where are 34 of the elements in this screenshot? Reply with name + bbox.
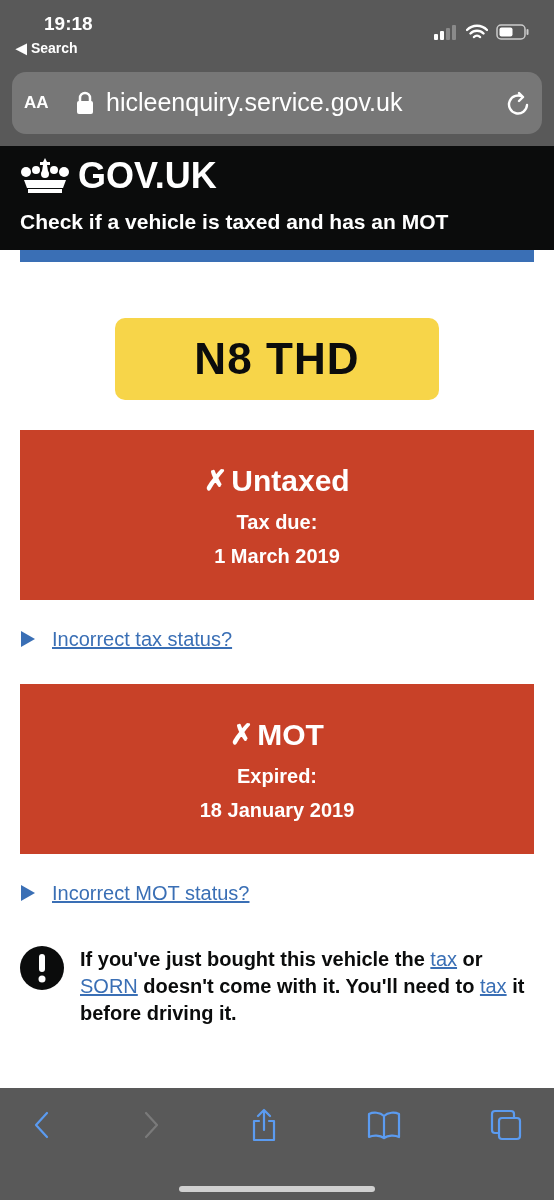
url-text: hicleenquiry.service.gov.uk (106, 87, 404, 119)
text-size-button[interactable]: AA (24, 90, 64, 116)
back-to-app-link[interactable]: ◀ Search (16, 36, 93, 60)
details-toggle[interactable]: Incorrect MOT status? (20, 877, 534, 908)
tabs-icon (490, 1109, 522, 1141)
battery-icon (496, 24, 530, 40)
clock-time: 19:18 (44, 12, 93, 36)
triangle-right-icon (20, 883, 36, 902)
status-date: 18 January 2019 (199, 798, 355, 823)
warning-icon (20, 945, 64, 990)
address-bar[interactable]: AA hicleenquiry.service.gov.uk (12, 72, 542, 134)
status-title: Untaxed (231, 463, 350, 499)
details-toggle[interactable]: Incorrect tax status? (20, 623, 534, 654)
cross-mark: ✗ (204, 463, 228, 498)
share-icon (250, 1108, 278, 1142)
cross-mark: ✗ (230, 717, 254, 752)
lock-icon (76, 91, 94, 115)
status-title: MOT (257, 717, 324, 753)
service-name[interactable]: Check if a vehicle is taxed and has an MOT (20, 206, 534, 238)
crown-icon (20, 158, 70, 194)
status-date: 1 March 2019 (214, 544, 340, 569)
inline-link[interactable]: tax (430, 947, 458, 970)
govuk-logo-text[interactable]: GOV.UK (78, 158, 217, 194)
status-label: Tax due: (236, 510, 318, 535)
reload-icon[interactable] (506, 90, 530, 116)
warning-text: If you've just bought this vehicle the tax or SORN doesn't come with it. You'll need to tax it before driving it. (80, 946, 526, 1026)
signal-icon (434, 24, 458, 40)
number-plate: N8 THD (115, 317, 439, 400)
status-label: Expired: (237, 764, 317, 789)
inline-link[interactable]: tax (479, 974, 507, 997)
wifi-icon (466, 24, 488, 40)
book-icon (367, 1110, 401, 1140)
triangle-right-icon (20, 629, 36, 648)
inline-link[interactable]: SORN (80, 974, 138, 997)
